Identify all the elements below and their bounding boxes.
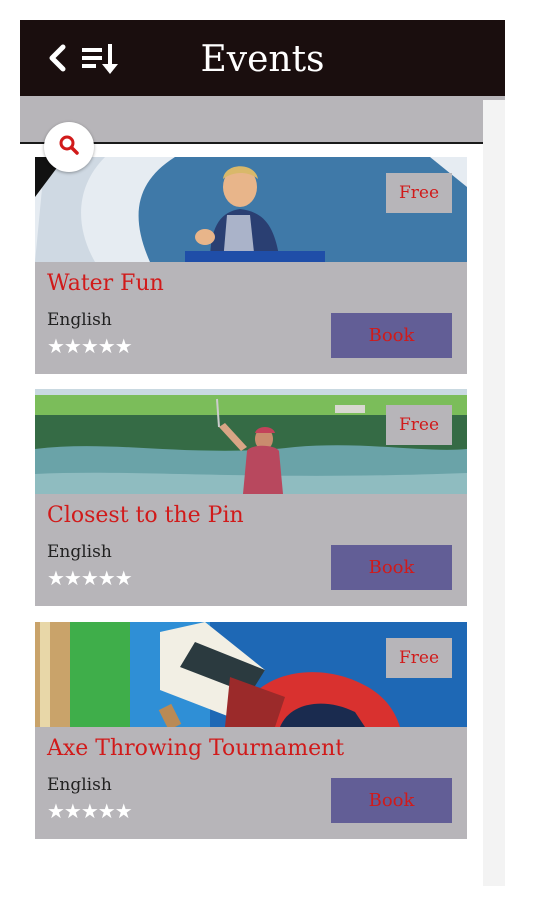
search-icon	[58, 134, 80, 160]
event-language: English	[47, 775, 112, 795]
search-button[interactable]	[44, 122, 94, 172]
page-title: Events	[200, 39, 325, 80]
event-card[interactable]: Free Closest to the Pin English ★★★★★ Bo…	[35, 389, 467, 606]
book-button[interactable]: Book	[331, 313, 452, 358]
search-bar[interactable]	[20, 96, 505, 144]
event-card[interactable]: Free Water Fun English ★★★★★ Book	[35, 157, 467, 374]
event-card[interactable]: Free Axe Throwing Tournament English ★★★…	[35, 622, 467, 839]
rating-stars: ★★★★★	[47, 334, 133, 358]
price-badge: Free	[386, 638, 452, 678]
event-title[interactable]: Axe Throwing Tournament	[47, 736, 344, 761]
event-language: English	[47, 542, 112, 562]
book-button[interactable]: Book	[331, 545, 452, 590]
scrollbar[interactable]	[483, 100, 505, 886]
events-screen: Events Free Water Fun English ★★★★★ Book…	[20, 20, 505, 886]
book-button[interactable]: Book	[331, 778, 452, 823]
price-badge: Free	[386, 173, 452, 213]
event-language: English	[47, 310, 112, 330]
rating-stars: ★★★★★	[47, 799, 133, 823]
event-title[interactable]: Closest to the Pin	[47, 503, 244, 528]
price-badge: Free	[386, 405, 452, 445]
app-bar: Events	[20, 20, 505, 96]
rating-stars: ★★★★★	[47, 566, 133, 590]
event-title[interactable]: Water Fun	[47, 271, 164, 296]
